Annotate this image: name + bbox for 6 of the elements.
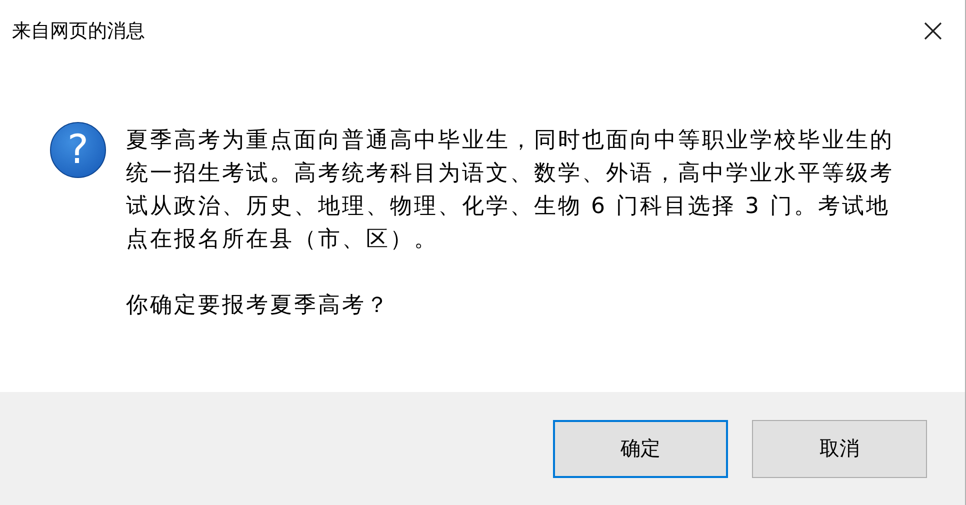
cancel-button[interactable]: 取消 bbox=[752, 420, 927, 478]
ok-button[interactable]: 确定 bbox=[553, 420, 728, 478]
message-text: 你确定要报考夏季高考？ bbox=[126, 292, 391, 320]
window-title: 来自网页的消息 bbox=[12, 19, 145, 44]
question-icon: ? bbox=[50, 122, 106, 178]
message-text: 夏季高考为重点面向普通高中毕业生，同时也面向中等职业学校毕业生的统一招生考试。高考统考科目为语文、数学、外语，高中学业水平等级考试从政治、历史、地理、物理、化学、生物 6 门科目选择 3 门。考试地点在报名所在县（市、区）。 bbox=[126, 127, 895, 254]
